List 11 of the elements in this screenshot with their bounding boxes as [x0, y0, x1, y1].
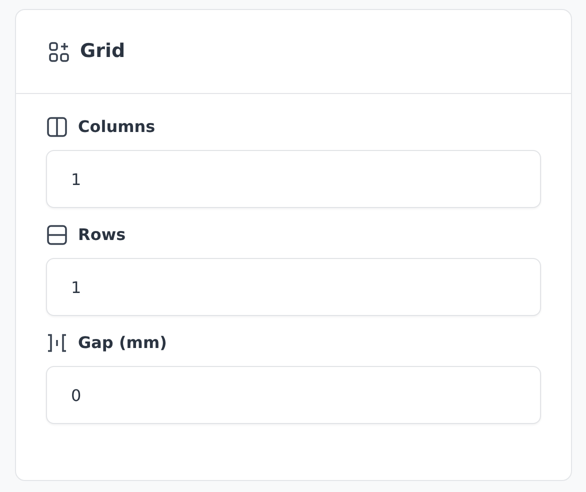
field-label: Gap (mm)	[78, 332, 167, 354]
input-field[interactable]: 0	[46, 366, 541, 424]
input-field[interactable]: 1	[46, 258, 541, 316]
panel-title: Grid	[80, 39, 126, 64]
field-label: Rows	[78, 224, 126, 246]
gap-icon	[46, 332, 68, 354]
columns-icon	[46, 116, 68, 138]
field-label: Columns	[78, 116, 156, 138]
grid-icon	[48, 40, 70, 62]
input-field[interactable]: 1	[46, 150, 541, 208]
rows-icon	[46, 224, 68, 246]
